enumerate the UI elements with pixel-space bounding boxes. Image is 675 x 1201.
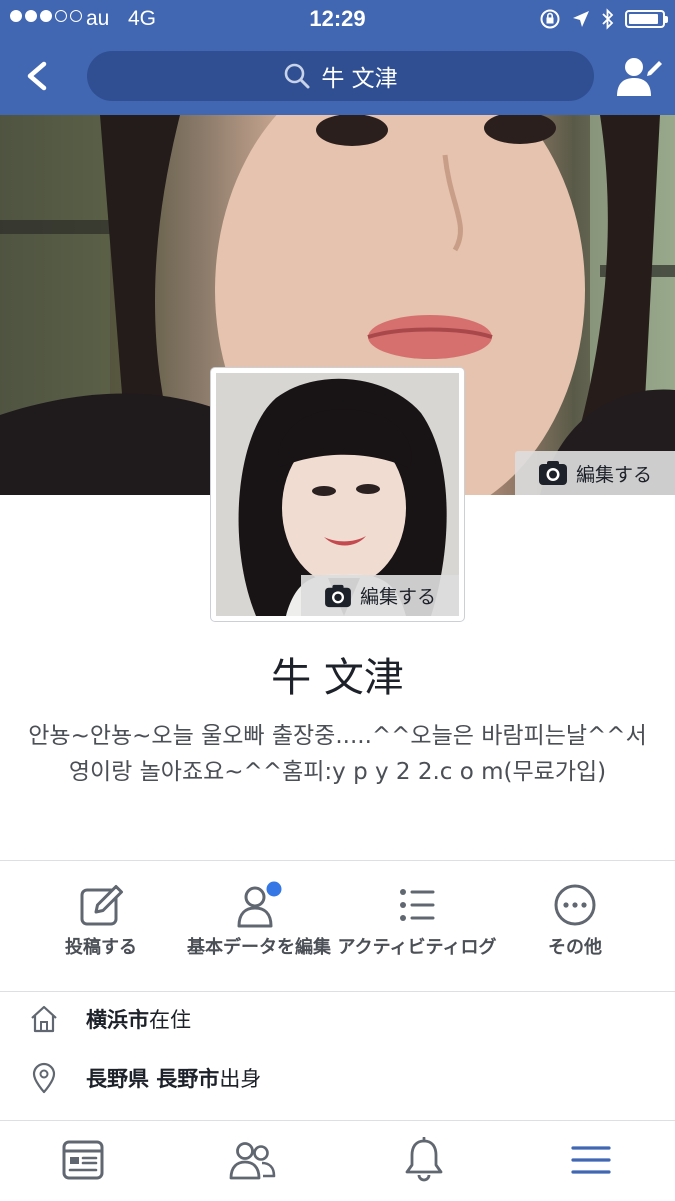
bottom-tab-bar [0,1120,675,1201]
profile-bio: 안뇽~안뇽~오늘 울오빠 출장중.....^^오늘은 바람피는날^^서영이랑 놀… [28,723,647,785]
compose-post-label: 投稿する [65,937,137,958]
camera-icon [538,461,567,485]
more-options-button[interactable]: その他 [491,875,659,959]
activity-log-label: アクティビティログ [337,937,497,958]
camera-icon [325,584,351,607]
profile-actions: 投稿する 基本データを編集 アクティビティログ その他 [0,875,675,987]
hometown-info[interactable]: 長野県 長野市出身 [0,1049,675,1107]
hometown-suffix: 出身 [219,1067,262,1091]
compose-post-button[interactable]: 投稿する [17,875,185,959]
tab-news-feed[interactable] [53,1135,113,1185]
residence-place: 横浜市 [86,1008,149,1032]
edit-basic-info-label: 基本データを編集 [187,937,331,958]
profile-picture-frame[interactable]: 編集する [211,368,464,621]
residence-suffix: 在住 [149,1008,191,1032]
battery-icon [625,10,668,28]
more-options-label: その他 [548,937,602,958]
news-feed-icon [62,1140,104,1180]
profile-name: 牛 文津 [271,655,404,701]
back-button[interactable] [18,56,58,96]
hometown-place: 長野県 長野市 [86,1067,220,1091]
top-navigation-bar: au 4G 12:29 牛 文津 [0,0,675,115]
profile-edit-button[interactable] [615,52,663,100]
status-icons [539,8,668,30]
tab-friends[interactable] [222,1135,282,1185]
notification-badge [266,881,282,897]
chevron-left-icon [27,61,47,91]
list-icon [400,889,435,921]
search-query: 牛 文津 [321,66,398,92]
location-arrow-icon [573,11,589,27]
edit-basic-info-button[interactable]: 基本データを編集 [175,875,343,959]
friends-icon [229,1142,276,1180]
more-icon [554,884,596,926]
bluetooth-icon [602,8,614,30]
profile-picture-edit-label: 編集する [359,586,436,608]
profile-edit-icon [617,58,662,96]
home-icon [31,1005,57,1033]
profile-picture-edit-button[interactable]: 編集する [301,575,459,616]
tab-menu[interactable] [561,1135,621,1185]
menu-icon [571,1146,611,1174]
user-info-icon [237,881,282,928]
cover-edit-button[interactable]: 編集する [515,451,675,495]
bell-icon [405,1137,443,1182]
activity-log-button[interactable]: アクティビティログ [333,875,501,959]
search-bar[interactable]: 牛 文津 [87,51,594,101]
status-bar: au 4G 12:29 [0,0,675,38]
tab-notifications[interactable] [394,1135,454,1185]
location-pin-icon [32,1062,56,1094]
compose-icon [80,885,123,926]
divider [0,860,675,861]
residence-info[interactable]: 横浜市在住 [0,990,675,1048]
search-icon [285,63,310,89]
cover-edit-label: 編集する [575,463,652,486]
orientation-lock-icon [540,9,560,29]
